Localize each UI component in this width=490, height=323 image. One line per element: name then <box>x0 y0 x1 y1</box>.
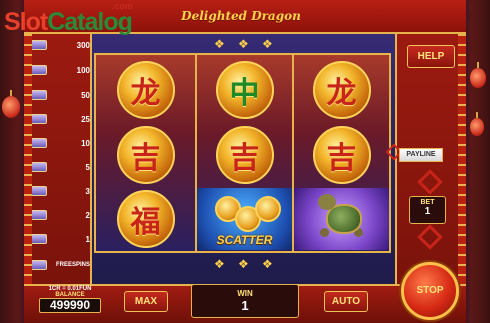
payout-value: 25 <box>81 114 90 124</box>
bet-value: 1 <box>424 206 431 217</box>
balance-display: 1CR = 0.01FUN BALANCE 499990 <box>30 284 110 320</box>
payout-value: FREESPINS <box>55 262 90 268</box>
ornament-icon: ❖ <box>262 257 273 271</box>
paytable-row: 1 <box>28 232 90 246</box>
scatter-label: SCATTER <box>216 232 273 247</box>
reel-1: 龙 吉 福 <box>96 55 195 251</box>
reel-symbol: 龙 <box>294 57 389 122</box>
ornament-icon: ❖ <box>238 257 249 271</box>
dragon-character-coin-icon: 龙 <box>116 60 175 119</box>
paytable-row: 2 <box>28 208 90 222</box>
game-title: Delighted Dragon <box>181 9 301 23</box>
paytable-row: 50 <box>28 88 90 102</box>
watermark-com: .com <box>111 1 133 11</box>
ornament-icon: ❖ <box>262 37 273 51</box>
reel-symbol: 福 <box>96 186 195 251</box>
win-value: 1 <box>241 298 249 313</box>
lantern-icon <box>2 96 20 118</box>
luck-character-coin-icon: 福 <box>116 189 175 248</box>
reel-area: 龙 吉 福 中 吉 SCATTER 龙 吉 <box>94 53 391 253</box>
payout-value: 50 <box>81 90 90 100</box>
coin-glyph: 龙 <box>130 75 161 111</box>
slotcatalog-watermark: Slot Catalog .com <box>4 1 133 38</box>
ornament-icon: ❖ <box>238 37 249 51</box>
jade-character-coin-icon: 中 <box>215 60 274 119</box>
reel-symbol <box>294 186 389 251</box>
win-display: WIN 1 <box>191 284 299 318</box>
coin-glyph: 吉 <box>229 140 260 176</box>
reel-2: 中 吉 SCATTER <box>195 55 294 251</box>
coin-glyph: 吉 <box>130 140 161 176</box>
payout-value: 300 <box>76 40 90 50</box>
reel-symbol: 吉 <box>96 122 195 187</box>
ornament-icon: ❖ <box>214 257 225 271</box>
reel-symbol: 吉 <box>294 122 389 187</box>
reel-symbol: 中 <box>197 57 292 122</box>
autoplay-button[interactable]: AUTO <box>324 291 368 312</box>
bet-label: BET <box>420 199 435 206</box>
paytable-row: 10 <box>28 136 90 150</box>
paytable-row: 100 <box>28 63 90 77</box>
dragon-character-coin-icon: 龙 <box>312 60 371 119</box>
payout-value: 100 <box>76 65 90 75</box>
payout-value: 10 <box>81 138 90 148</box>
lantern-icon <box>470 118 484 136</box>
turtle-icon <box>294 187 389 250</box>
help-button[interactable]: HELP <box>407 45 455 68</box>
watermark-catalog: Catalog <box>47 8 133 36</box>
lantern-icon <box>470 68 486 88</box>
bet-selector[interactable]: BET 1 <box>409 196 446 224</box>
fortune-character-coin-icon: 吉 <box>215 125 274 184</box>
paytable-row: 300 <box>28 38 90 52</box>
paytable-row: 25 <box>28 112 90 126</box>
payout-value: 2 <box>85 210 90 220</box>
payout-value: 5 <box>85 162 90 172</box>
paytable-row: 3 <box>28 184 90 198</box>
payout-value: 1 <box>85 234 90 244</box>
payout-value: 3 <box>85 186 90 196</box>
paytable-row: 5 <box>28 160 90 174</box>
win-label: WIN <box>237 289 253 298</box>
coin-glyph: 吉 <box>326 140 357 176</box>
coin-glyph: 中 <box>229 75 260 111</box>
fortune-character-coin-icon: 吉 <box>116 125 175 184</box>
reel-symbol: SCATTER <box>197 186 292 251</box>
reel-3: 龙 吉 <box>294 55 389 251</box>
paytable-row: FREESPINS <box>28 258 90 272</box>
coin-glyph: 龙 <box>326 75 357 111</box>
frame-decoration <box>458 34 466 284</box>
fortune-character-coin-icon: 吉 <box>312 125 371 184</box>
paytable: 300 100 50 25 10 5 3 2 1 FREESPINS <box>24 34 92 284</box>
scatter-coins-icon <box>205 194 285 234</box>
max-bet-button[interactable]: MAX <box>124 291 168 312</box>
frame-decoration <box>24 34 32 284</box>
payline-button[interactable]: PAYLINE <box>399 148 443 162</box>
stop-button[interactable]: STOP <box>401 262 459 320</box>
reel-symbol: 龙 <box>96 57 195 122</box>
balance-value: 499990 <box>39 298 101 313</box>
scatter-symbol: SCATTER <box>197 187 292 250</box>
reel-symbol: 吉 <box>197 122 292 187</box>
coin-glyph: 福 <box>130 204 161 240</box>
watermark-slot: Slot <box>4 8 48 36</box>
ornament-icon: ❖ <box>214 37 225 51</box>
